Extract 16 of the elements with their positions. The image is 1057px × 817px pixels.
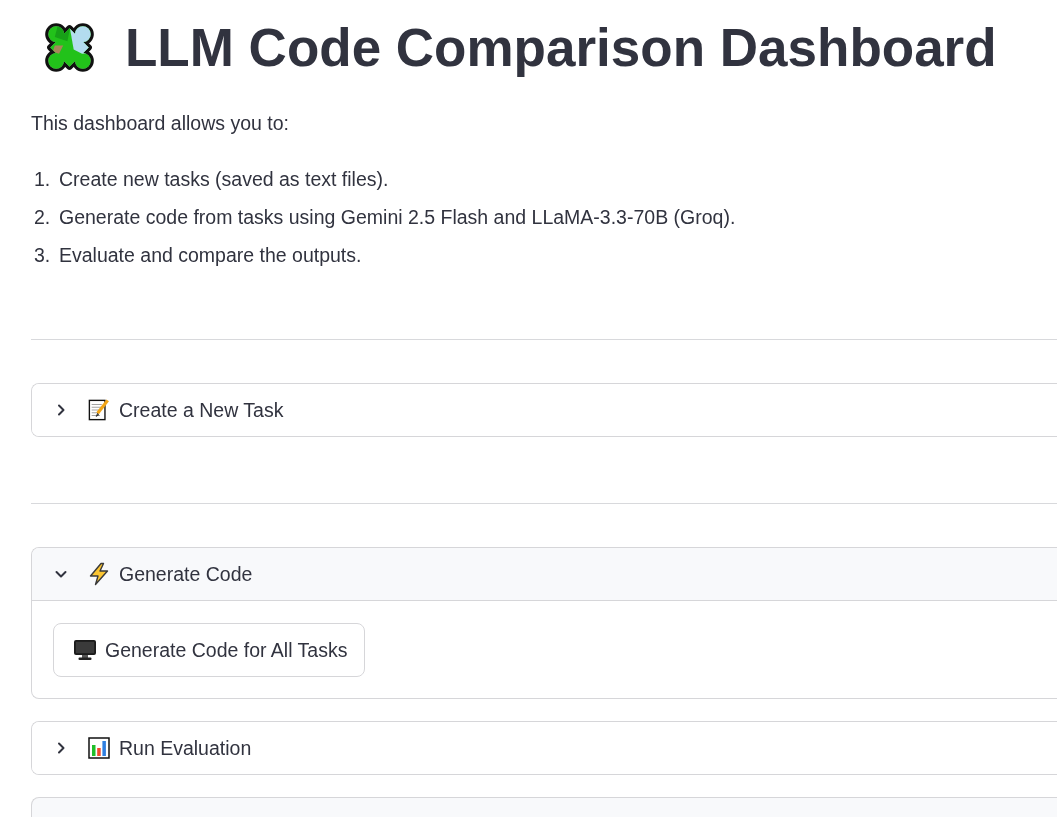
list-item-text: Generate code from tasks using Gemini 2.5 Flash and LLaMA-3.3-70B (Groq). bbox=[59, 205, 736, 229]
expander-header[interactable]: Generate Code bbox=[32, 548, 1057, 601]
chevron-right-icon bbox=[56, 403, 66, 417]
list-item-text: Create new tasks (saved as text files). bbox=[59, 167, 389, 191]
list-number: 1. bbox=[33, 167, 52, 191]
lightning-bolt-icon bbox=[88, 562, 110, 586]
intro-text: This dashboard allows you to: bbox=[31, 111, 290, 136]
list-item-text: Evaluate and compare the outputs. bbox=[59, 243, 362, 267]
desktop-computer-icon bbox=[73, 639, 97, 661]
generate-button[interactable]: Generate Code for All Tasks bbox=[53, 623, 366, 677]
chevron-right-icon bbox=[56, 741, 66, 755]
chevron-down-icon bbox=[54, 569, 68, 579]
list-number: 2. bbox=[33, 205, 52, 229]
notepad-pencil-icon bbox=[88, 398, 110, 422]
list-number: 3. bbox=[33, 243, 52, 267]
bar-chart-icon bbox=[88, 736, 110, 760]
